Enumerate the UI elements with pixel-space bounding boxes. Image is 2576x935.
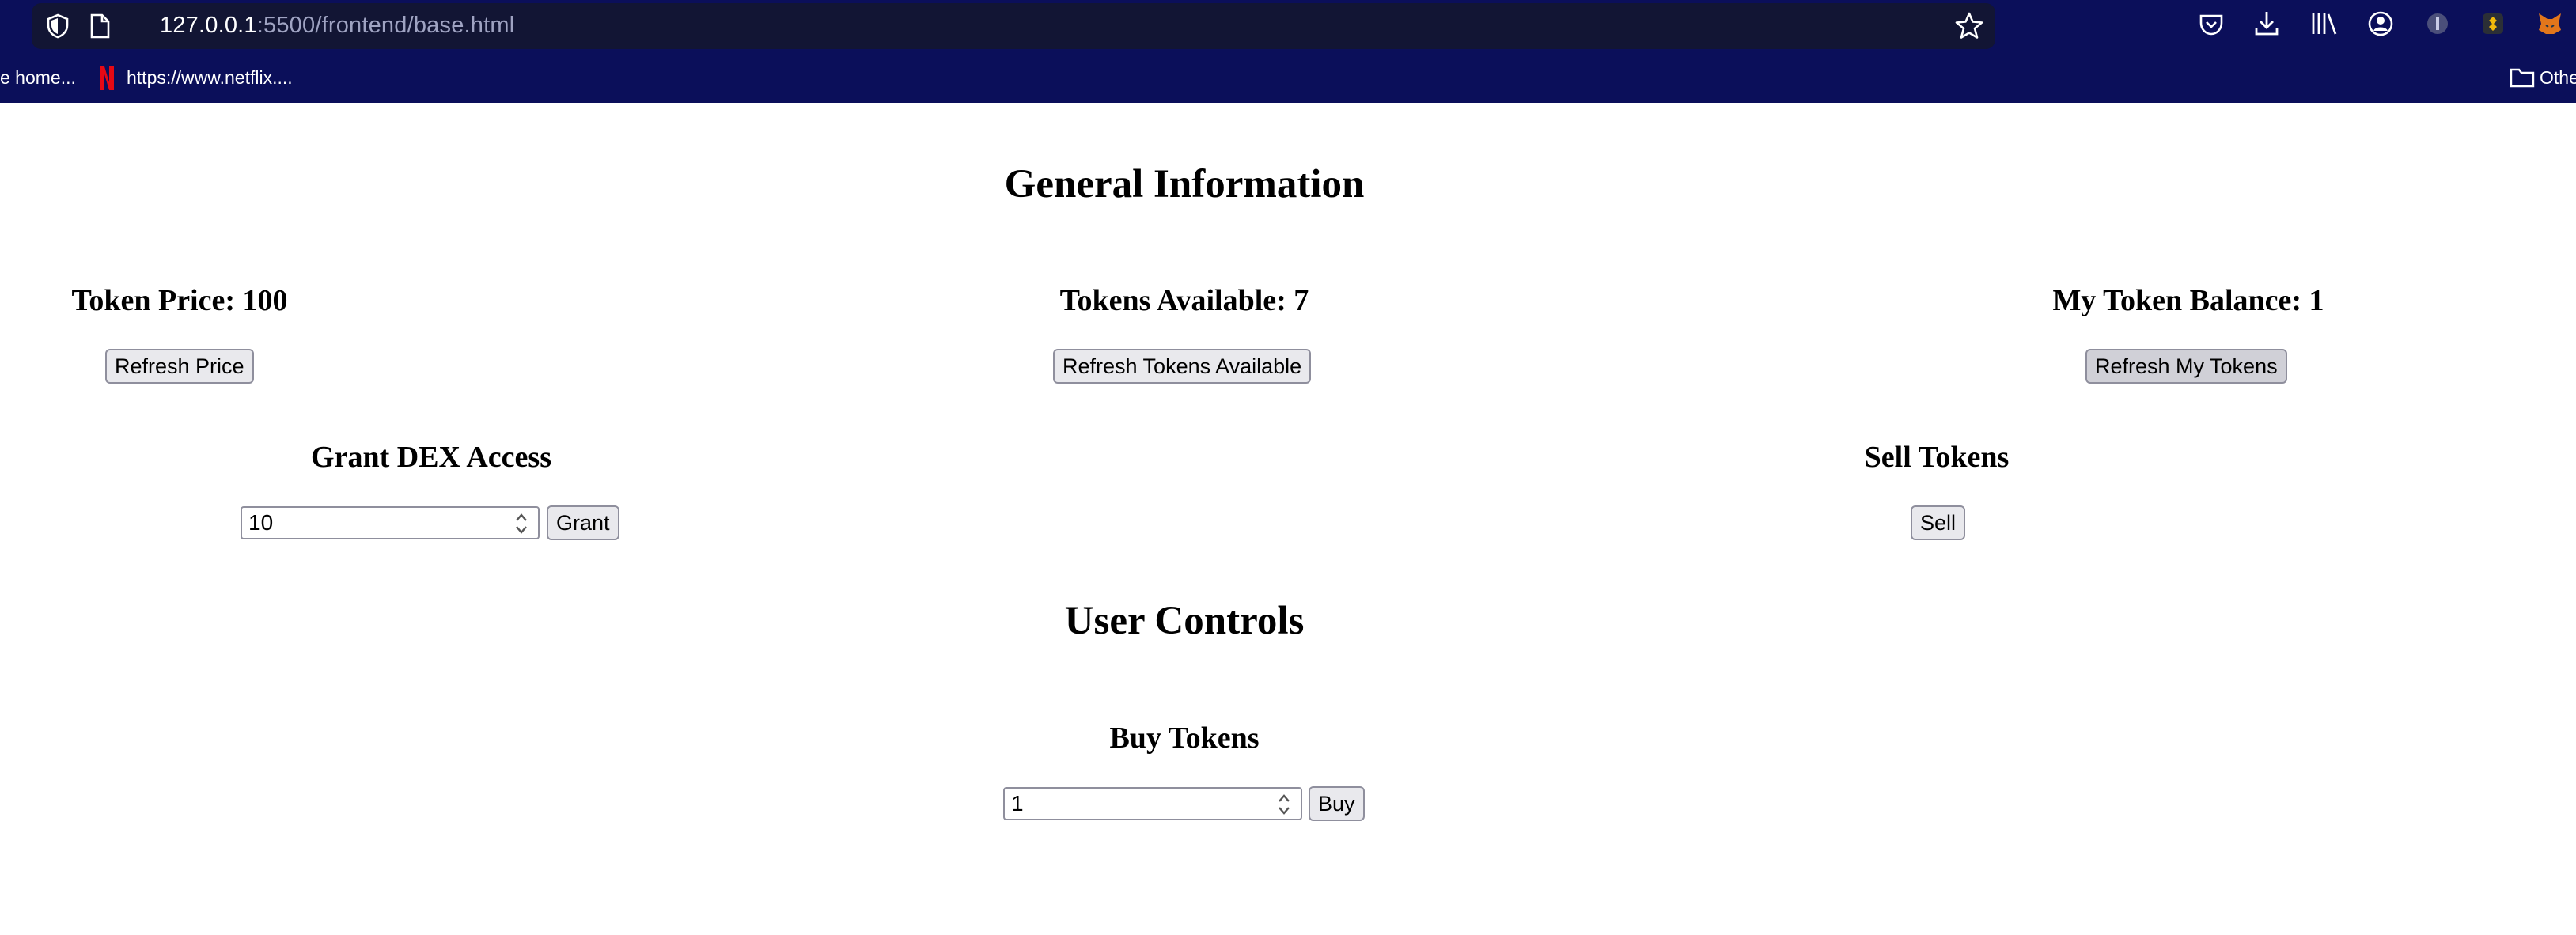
refresh-my-tokens-button[interactable]: Refresh My Tokens xyxy=(2085,349,2287,384)
bookmarks-bar: e home... https://www.netflix.... Othe xyxy=(0,60,2576,98)
sell-tokens-heading: Sell Tokens xyxy=(1864,441,2010,474)
grant-dex-access-heading: Grant DEX Access xyxy=(311,441,551,474)
url-path: :5500/frontend/base.html xyxy=(256,13,515,38)
grant-button[interactable]: Grant xyxy=(547,505,619,540)
sell-button[interactable]: Sell xyxy=(1911,505,1966,540)
chevron-down-icon[interactable] xyxy=(510,524,533,536)
browser-chrome: 127.0.0.1:5500/frontend/base.html e home… xyxy=(0,0,2576,103)
refresh-price-button[interactable]: Refresh Price xyxy=(105,349,254,384)
buy-amount-input[interactable] xyxy=(1003,787,1302,820)
netflix-icon xyxy=(100,66,114,90)
shield-icon[interactable] xyxy=(44,13,71,40)
url-host: 127.0.0.1 xyxy=(160,13,257,38)
buy-amount-field[interactable] xyxy=(1008,790,1252,817)
chevron-down-icon[interactable] xyxy=(1272,804,1296,817)
user-controls-title: User Controls xyxy=(1064,599,1305,643)
buy-button[interactable]: Buy xyxy=(1309,786,1365,821)
grant-amount-field[interactable] xyxy=(245,509,489,536)
library-icon[interactable] xyxy=(2310,11,2339,36)
tokens-available-heading: Tokens Available: 7 xyxy=(1059,284,1309,317)
chevron-up-icon[interactable] xyxy=(1272,792,1296,804)
my-token-balance-heading: My Token Balance: 1 xyxy=(2052,284,2324,317)
binance-extension-icon[interactable] xyxy=(2481,12,2505,36)
token-price-heading: Token Price: 100 xyxy=(71,284,288,317)
bookmark-star-icon[interactable] xyxy=(1954,11,1984,41)
address-bar[interactable]: 127.0.0.1:5500/frontend/base.html xyxy=(32,3,1995,49)
page-icon xyxy=(90,13,110,39)
download-icon[interactable] xyxy=(2253,9,2280,38)
general-information-title: General Information xyxy=(1004,162,1365,206)
account-icon[interactable] xyxy=(2367,10,2394,37)
folder-icon xyxy=(2510,68,2535,88)
bookmark-netflix[interactable]: https://www.netflix.... xyxy=(127,67,293,89)
bookmark-home[interactable]: e home... xyxy=(0,67,76,89)
url-text[interactable]: 127.0.0.1:5500/frontend/base.html xyxy=(160,13,514,39)
extension-info-icon[interactable] xyxy=(2426,12,2449,36)
grant-spinner[interactable] xyxy=(510,511,533,536)
buy-tokens-heading: Buy Tokens xyxy=(1109,721,1260,755)
bookmark-other[interactable]: Othe xyxy=(2540,67,2576,89)
buy-spinner[interactable] xyxy=(1272,792,1296,817)
refresh-tokens-available-button[interactable]: Refresh Tokens Available xyxy=(1053,349,1312,384)
chevron-up-icon[interactable] xyxy=(510,511,533,524)
pocket-icon[interactable] xyxy=(2198,11,2225,38)
metamask-fox-icon[interactable] xyxy=(2536,11,2563,36)
grant-amount-input[interactable] xyxy=(241,506,540,539)
